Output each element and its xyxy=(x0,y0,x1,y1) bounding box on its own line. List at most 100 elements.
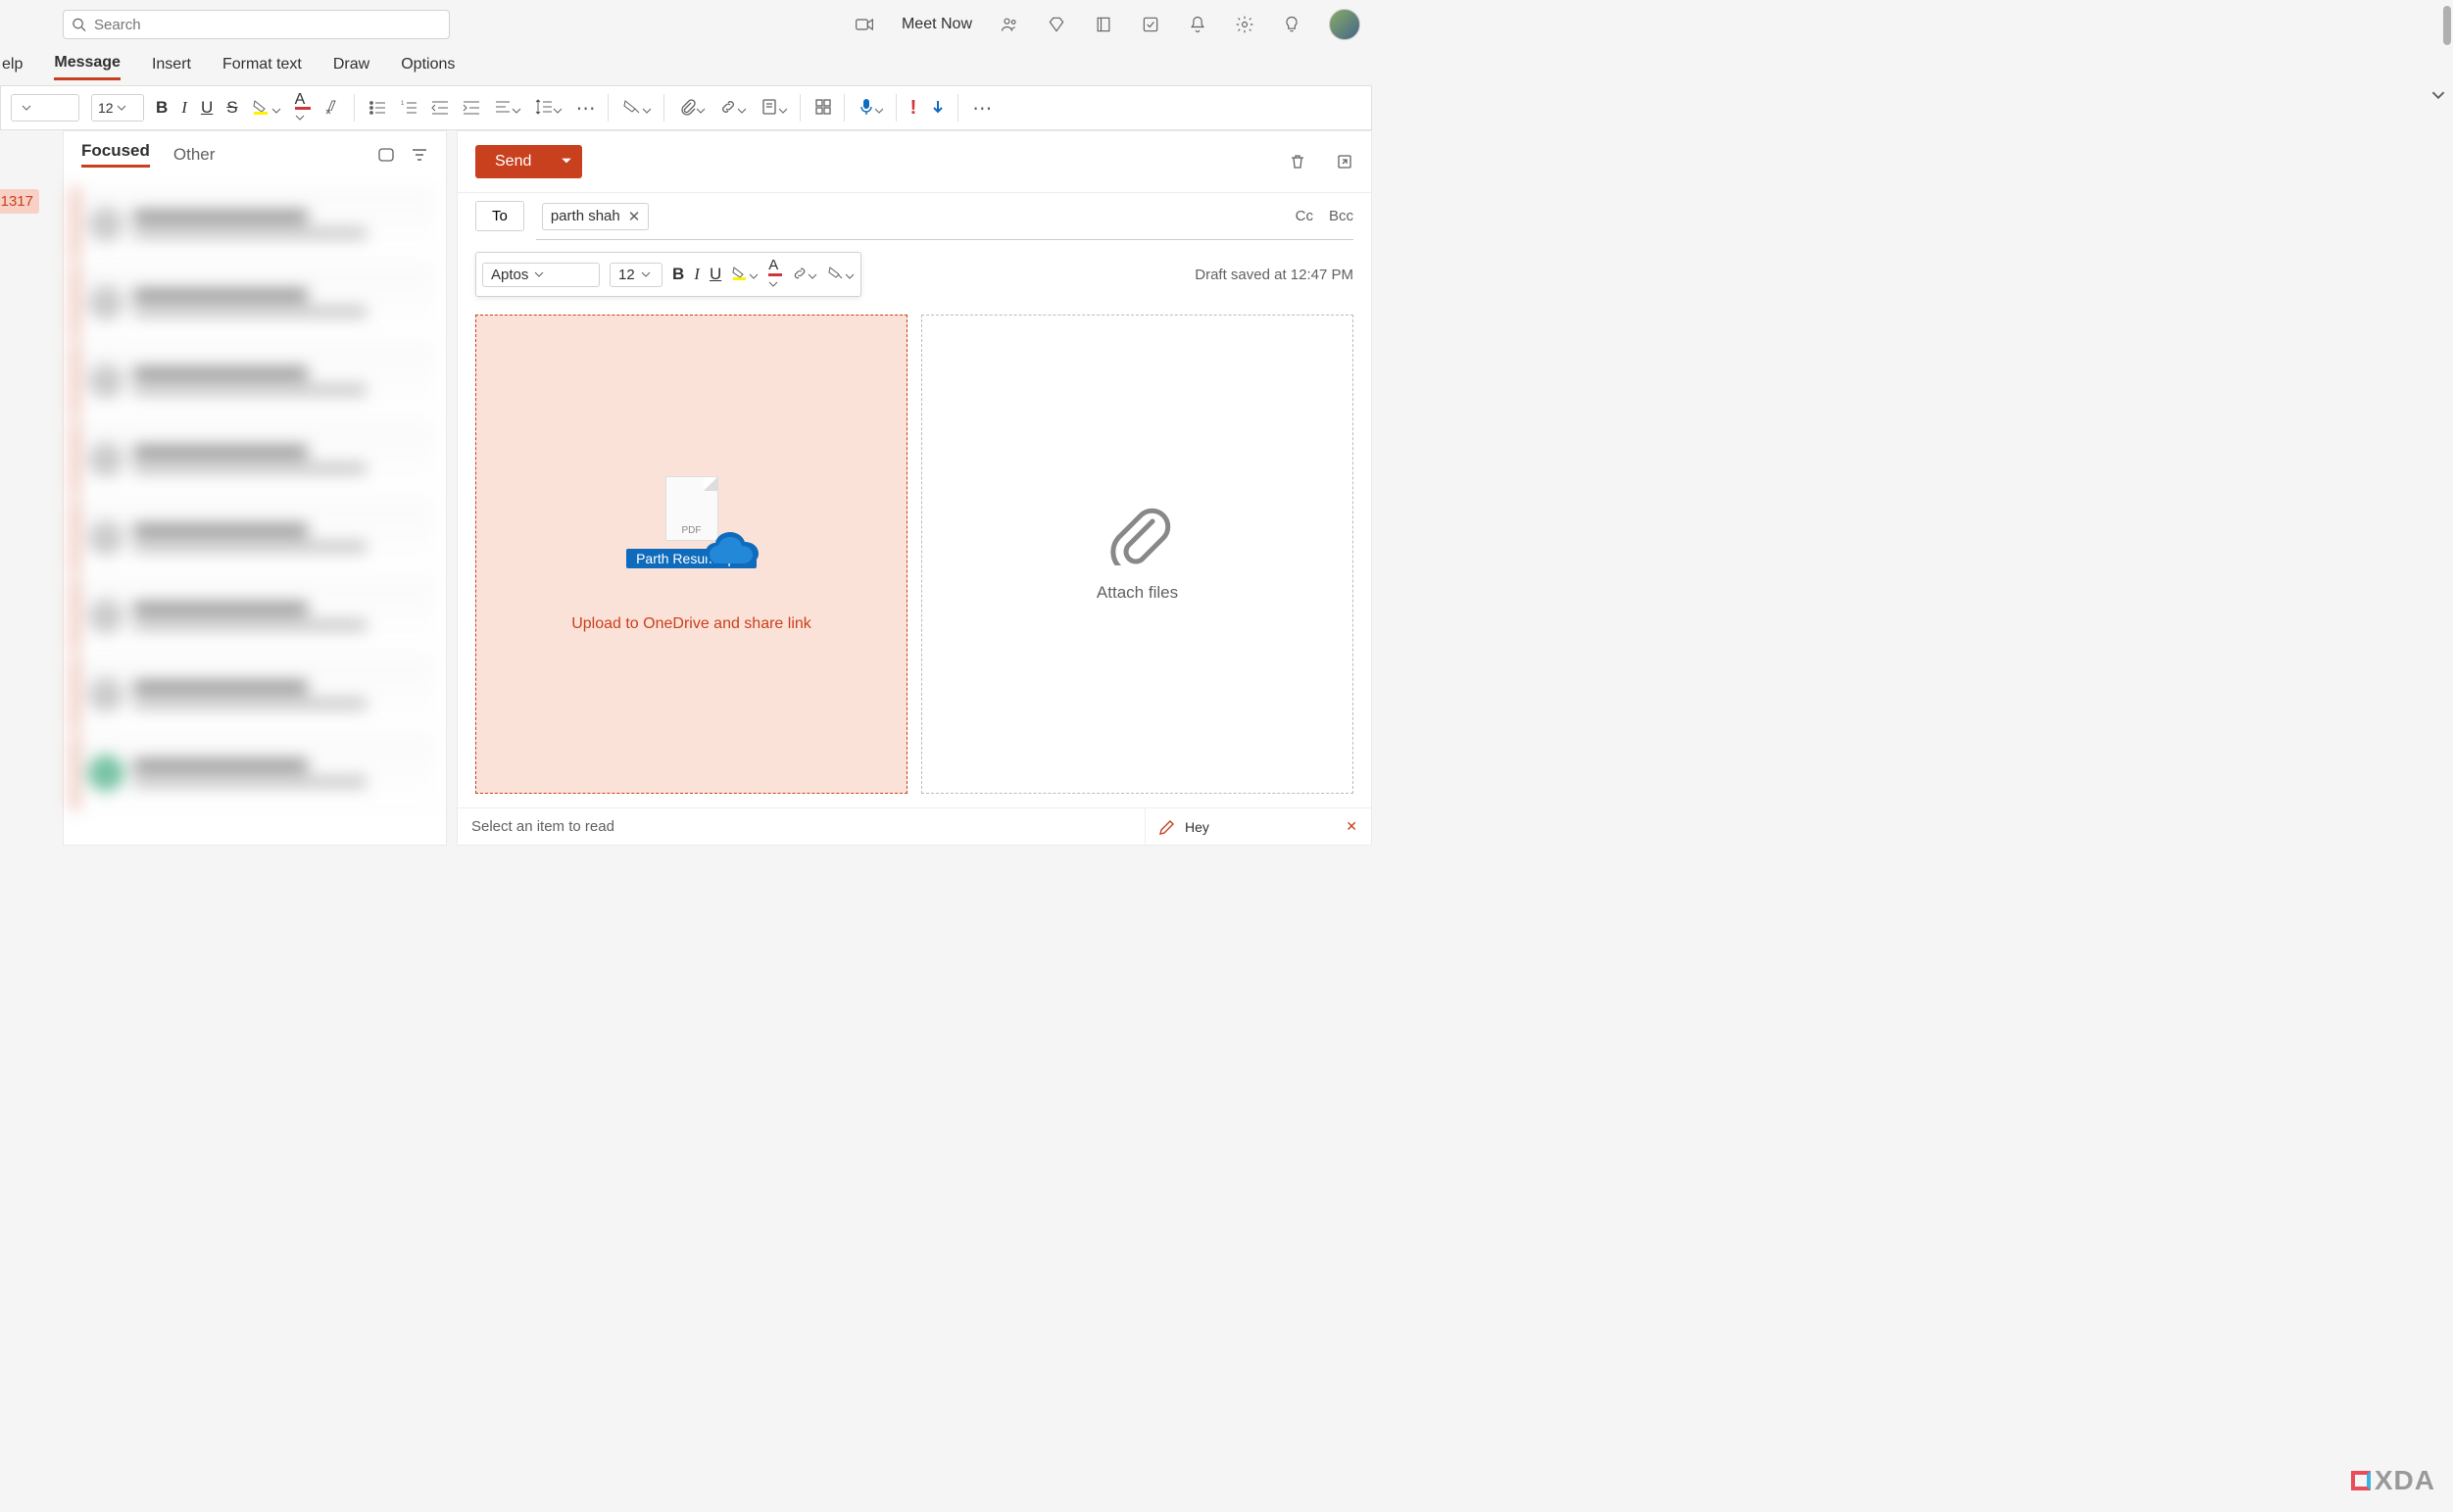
align-button[interactable] xyxy=(494,98,521,119)
ribbon: 12 B I U S A 1 ⋯ ! ⋯ xyxy=(0,86,1372,130)
scrollbar-thumb[interactable] xyxy=(2443,6,2451,45)
gear-icon[interactable] xyxy=(1235,15,1254,34)
low-importance-button[interactable] xyxy=(930,99,946,117)
popout-icon[interactable] xyxy=(1336,153,1353,171)
cc-button[interactable]: Cc xyxy=(1296,208,1313,224)
font-size-select[interactable]: 12 xyxy=(91,94,144,122)
importance-button[interactable]: ! xyxy=(910,97,917,120)
premium-icon[interactable] xyxy=(1047,15,1066,34)
font-color-button[interactable]: A xyxy=(295,91,311,125)
send-options-button[interactable] xyxy=(551,145,582,178)
tab-options[interactable]: Options xyxy=(401,56,455,79)
mini-link-button[interactable] xyxy=(792,266,817,284)
signature-button[interactable] xyxy=(760,98,788,119)
clear-format-button[interactable] xyxy=(324,98,342,119)
mini-color-button[interactable]: A xyxy=(768,257,782,292)
to-button[interactable]: To xyxy=(475,201,524,231)
italic-button[interactable]: I xyxy=(181,98,187,118)
font-name-select[interactable] xyxy=(11,94,79,122)
mini-underline-button[interactable]: U xyxy=(710,265,721,284)
highlight-button[interactable] xyxy=(252,98,281,119)
recipient-chip[interactable]: parth shah ✕ xyxy=(542,203,649,230)
teams-icon[interactable] xyxy=(1000,15,1019,34)
outdent-button[interactable] xyxy=(431,99,449,117)
ribbon-collapse-icon[interactable] xyxy=(2431,88,2445,102)
list-item[interactable] xyxy=(74,501,436,575)
send-split-button[interactable]: Send xyxy=(475,145,582,178)
list-item[interactable] xyxy=(74,658,436,732)
recipient-name: parth shah xyxy=(551,208,620,224)
folder-pane-edge: 1317 xyxy=(0,130,39,846)
pencil-icon xyxy=(1159,819,1175,835)
draft-status: Draft saved at 12:47 PM xyxy=(1195,267,1353,283)
onedrive-icon xyxy=(700,530,768,576)
list-item[interactable] xyxy=(74,266,436,340)
tab-draw[interactable]: Draw xyxy=(333,56,369,79)
list-item[interactable] xyxy=(74,579,436,654)
draft-tab-label: Hey xyxy=(1185,819,1209,835)
tab-insert[interactable]: Insert xyxy=(152,56,191,79)
list-item[interactable]: ZL xyxy=(74,736,436,810)
link-button[interactable] xyxy=(719,98,747,119)
draft-tab[interactable]: Hey ✕ xyxy=(1146,808,1371,845)
attach-button[interactable] xyxy=(678,98,706,119)
more-commands-button[interactable]: ⋯ xyxy=(972,96,992,121)
other-tab[interactable]: Other xyxy=(173,145,216,165)
mini-size-select[interactable]: 12 xyxy=(610,263,662,287)
send-button[interactable]: Send xyxy=(475,145,551,178)
focused-tab[interactable]: Focused xyxy=(81,141,150,168)
mini-bold-button[interactable]: B xyxy=(672,265,684,284)
underline-button[interactable]: U xyxy=(201,98,213,118)
more-formatting-button[interactable]: ⋯ xyxy=(576,96,596,121)
mini-highlight-button[interactable] xyxy=(731,266,759,284)
message-list-items[interactable]: ZL xyxy=(64,177,446,845)
remove-recipient-icon[interactable]: ✕ xyxy=(628,208,641,225)
onedrive-drop-text: Upload to OneDrive and share link xyxy=(571,615,811,633)
close-draft-tab-icon[interactable]: ✕ xyxy=(1346,818,1357,835)
numbering-button[interactable]: 1 xyxy=(400,99,417,117)
floating-format-toolbar: Aptos 12 B I U A xyxy=(475,252,861,297)
filter-icon[interactable] xyxy=(411,146,428,164)
video-icon[interactable] xyxy=(855,15,874,34)
bcc-button[interactable]: Bcc xyxy=(1329,208,1353,224)
onenote-icon[interactable] xyxy=(1094,15,1113,34)
mini-styles-button[interactable] xyxy=(827,266,855,284)
unread-count-badge: 1317 xyxy=(0,189,39,214)
onedrive-drop-zone[interactable]: Parth Resume.pdf Upload to OneDrive and … xyxy=(475,315,908,794)
message-list: Focused Other ZL xyxy=(63,130,447,846)
attach-drop-zone[interactable]: Attach files xyxy=(921,315,1353,794)
list-item[interactable] xyxy=(74,422,436,497)
tips-icon[interactable] xyxy=(1282,15,1301,34)
list-item[interactable] xyxy=(74,344,436,418)
todo-icon[interactable] xyxy=(1141,15,1160,34)
styles-button[interactable] xyxy=(622,98,652,119)
strikethrough-button[interactable]: S xyxy=(226,98,237,118)
tab-help[interactable]: elp xyxy=(2,56,23,79)
bold-button[interactable]: B xyxy=(156,98,168,118)
ribbon-tabs: elp Message Insert Format text Draw Opti… xyxy=(0,49,1372,86)
mini-italic-button[interactable]: I xyxy=(694,265,700,284)
list-item[interactable] xyxy=(74,187,436,262)
apps-button[interactable] xyxy=(814,98,832,119)
compose-pane: Send To parth shah ✕ Cc Bcc Aptos 12 xyxy=(457,130,1372,846)
title-bar: Meet Now xyxy=(0,0,1372,49)
dictate-button[interactable] xyxy=(859,98,884,119)
spacing-button[interactable] xyxy=(535,98,563,119)
search-icon xyxy=(72,17,86,32)
svg-text:1: 1 xyxy=(401,101,405,107)
watermark-logo-icon xyxy=(2351,1471,2371,1490)
attach-drop-text: Attach files xyxy=(1097,583,1178,603)
search-box[interactable] xyxy=(63,10,450,39)
bell-icon[interactable] xyxy=(1188,15,1207,34)
mini-font-select[interactable]: Aptos xyxy=(482,263,600,287)
meet-now-button[interactable]: Meet Now xyxy=(902,16,972,33)
indent-button[interactable] xyxy=(463,99,480,117)
tab-message[interactable]: Message xyxy=(54,54,121,80)
topbar-actions: Meet Now xyxy=(855,9,1360,40)
tab-format-text[interactable]: Format text xyxy=(222,56,302,79)
search-input[interactable] xyxy=(94,17,441,33)
avatar[interactable] xyxy=(1329,9,1360,40)
bullets-button[interactable] xyxy=(368,99,386,117)
select-mode-icon[interactable] xyxy=(377,146,395,164)
discard-icon[interactable] xyxy=(1289,153,1306,171)
